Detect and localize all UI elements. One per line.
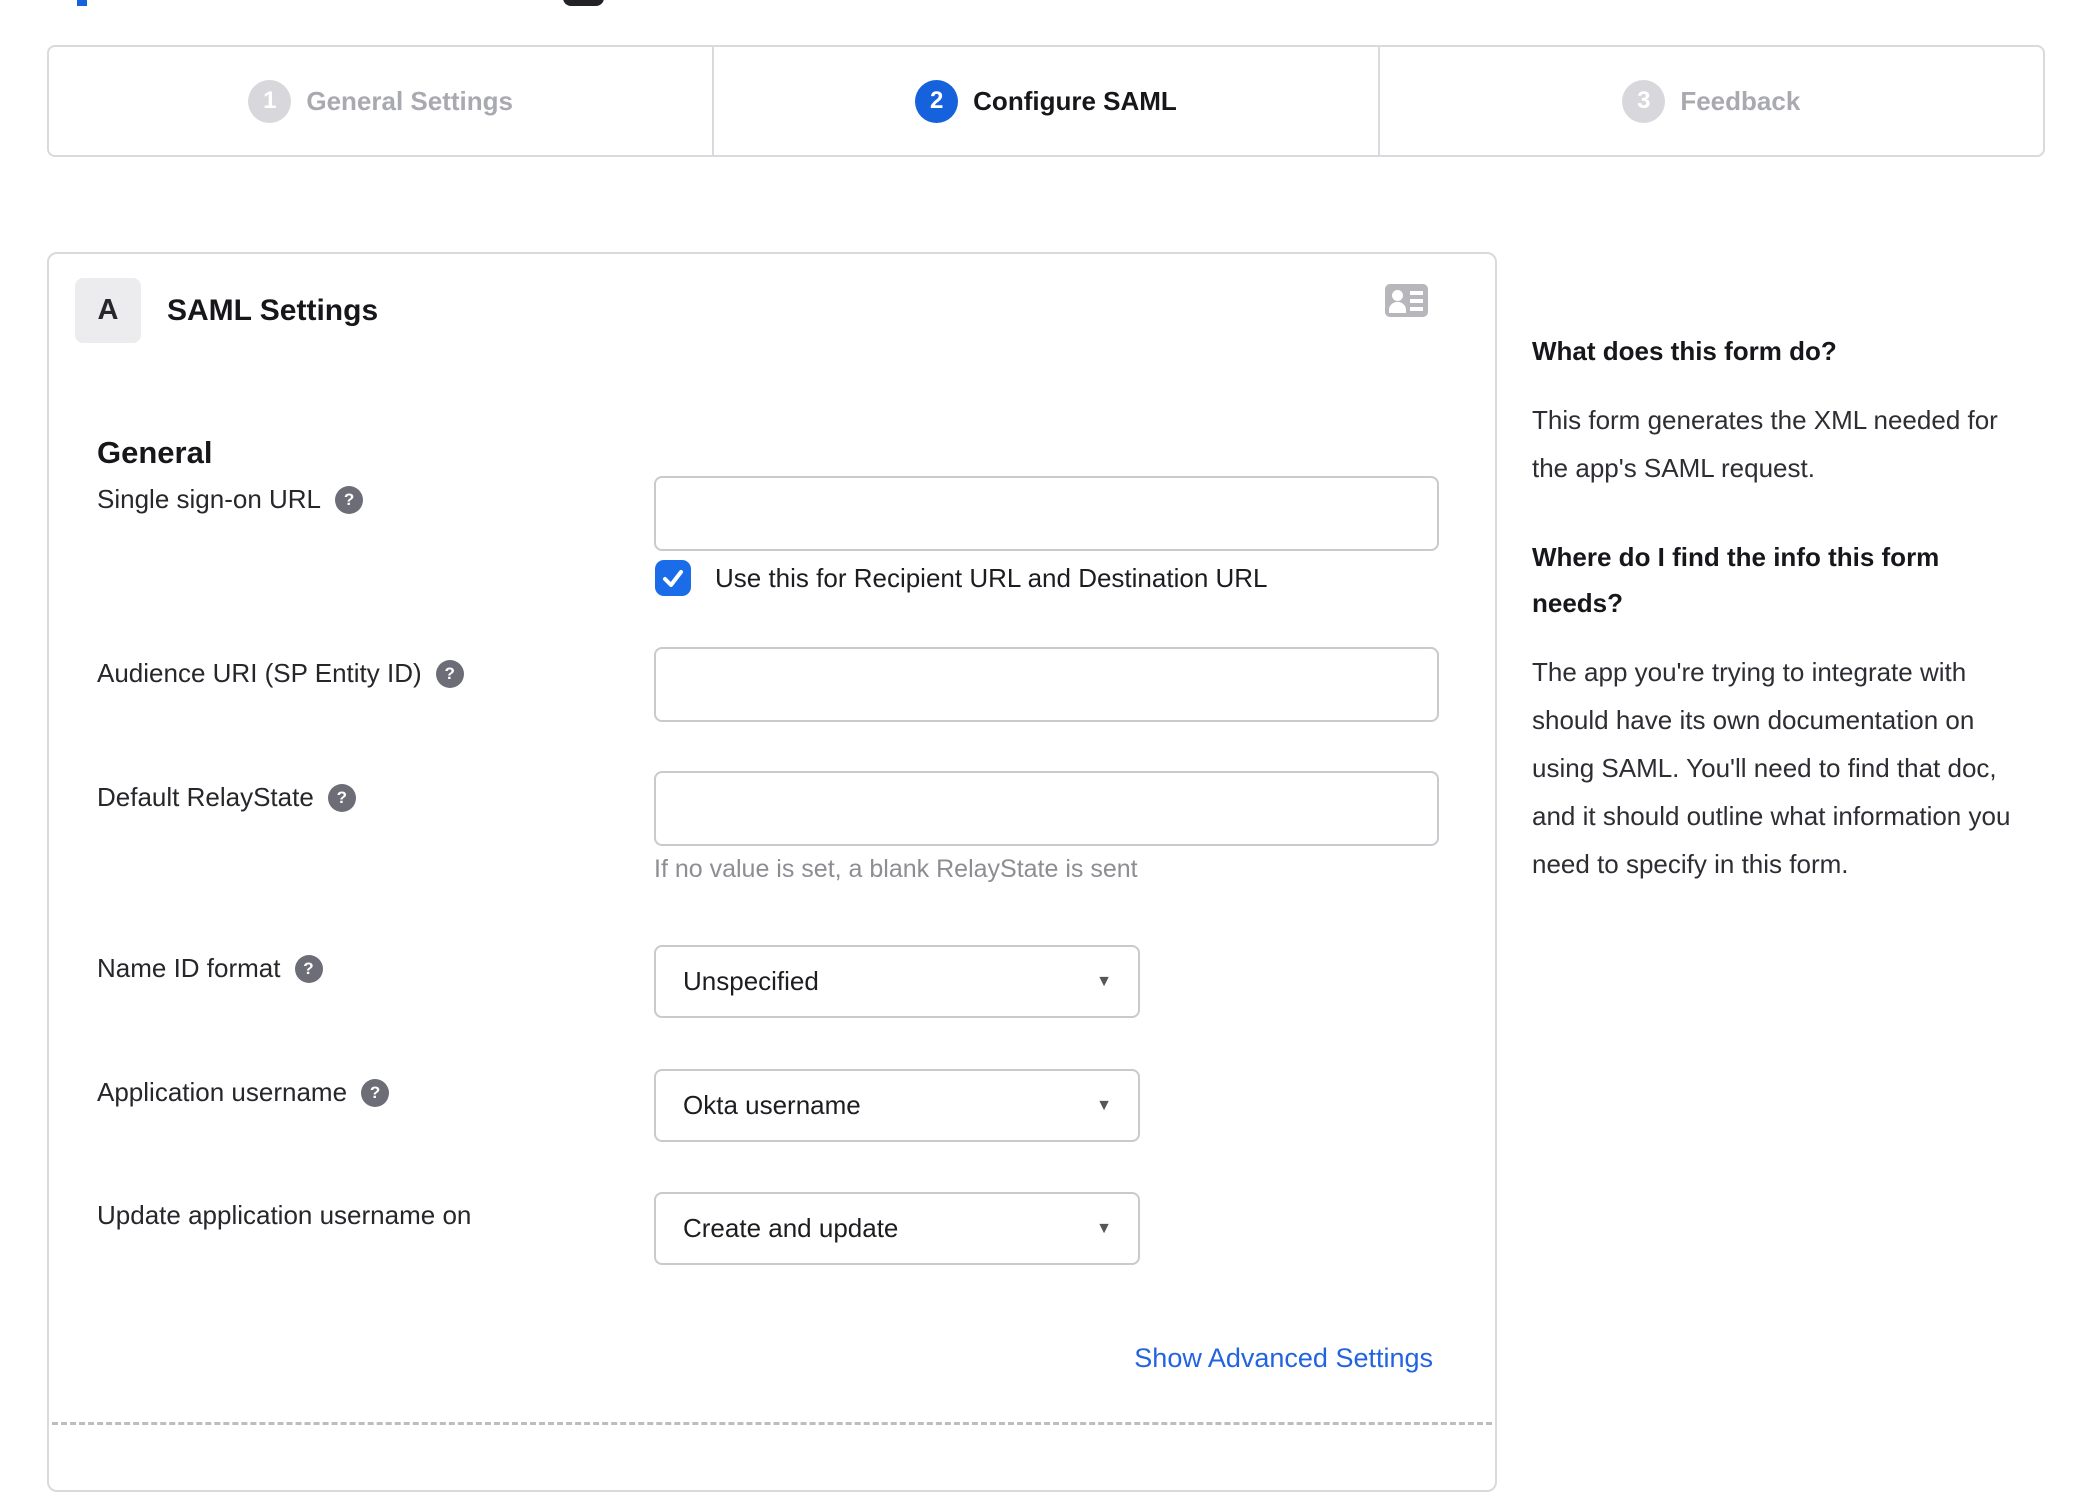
sidebar-paragraph: This form generates the XML needed for t…: [1532, 405, 1998, 483]
audience-uri-input[interactable]: [654, 647, 1439, 722]
audience-uri-label: Audience URI (SP Entity ID) ?: [97, 658, 464, 689]
name-id-format-select[interactable]: Unspecified ▼: [654, 945, 1140, 1018]
checkbox-label: Use this for Recipient URL and Destinati…: [715, 562, 1268, 593]
use-for-recipient-destination-checkbox[interactable]: [655, 560, 691, 596]
step-feedback[interactable]: 3 Feedback: [1377, 47, 2043, 155]
chevron-down-icon: ▼: [1096, 1219, 1112, 1237]
help-icon[interactable]: ?: [335, 485, 364, 514]
step-label: General Settings: [306, 85, 513, 116]
name-id-format-label: Name ID format ?: [97, 953, 323, 984]
section-divider: [52, 1422, 1492, 1425]
help-sidebar: What does this form do? This form genera…: [1532, 328, 2030, 930]
default-relaystate-label: Default RelayState ?: [97, 782, 356, 813]
saml-settings-panel: A SAML Settings General Single sign-on U…: [47, 252, 1497, 1492]
help-icon[interactable]: ?: [361, 1078, 390, 1107]
help-icon[interactable]: ?: [435, 659, 464, 688]
chevron-down-icon: ▼: [1096, 972, 1112, 990]
step-label: Feedback: [1680, 85, 1801, 116]
step-configure-saml[interactable]: 2 Configure SAML: [712, 47, 1377, 155]
wizard-stepper: 1 General Settings 2 Configure SAML 3 Fe…: [47, 45, 2045, 157]
step-label: Configure SAML: [973, 85, 1177, 116]
sidebar-paragraph: The app you're trying to integrate with …: [1532, 657, 2011, 879]
relaystate-hint: If no value is set, a blank RelayState i…: [654, 855, 1138, 883]
update-application-username-label: Update application username on: [97, 1200, 472, 1230]
step-number-badge: 2: [915, 79, 959, 123]
chevron-down-icon: ▼: [1096, 1096, 1112, 1114]
contact-card-icon[interactable]: [1385, 284, 1428, 317]
cutoff-logo-fragment: [77, 0, 87, 6]
panel-title: SAML Settings: [167, 294, 379, 327]
cutoff-icon-fragment: [563, 0, 604, 6]
update-application-username-select[interactable]: Create and update ▼: [654, 1192, 1140, 1265]
step-general-settings[interactable]: 1 General Settings: [49, 47, 712, 155]
application-username-select[interactable]: Okta username ▼: [654, 1069, 1140, 1142]
default-relaystate-input[interactable]: [654, 771, 1439, 846]
help-icon[interactable]: ?: [294, 954, 323, 983]
checkmark-icon: [663, 570, 683, 587]
show-advanced-settings-link[interactable]: Show Advanced Settings: [1134, 1343, 1433, 1374]
section-a-badge: A: [75, 278, 141, 343]
single-sign-on-url-input[interactable]: [654, 476, 1439, 551]
application-username-label: Application username ?: [97, 1077, 390, 1108]
step-number-badge: 1: [248, 79, 292, 123]
step-number-badge: 3: [1622, 79, 1666, 123]
sidebar-heading: What does this form do?: [1532, 336, 1837, 366]
sidebar-heading: Where do I find the info this form needs…: [1532, 542, 1940, 618]
help-icon[interactable]: ?: [327, 783, 356, 812]
general-section-heading: General: [97, 435, 213, 470]
single-sign-on-url-label: Single sign-on URL ?: [97, 484, 364, 515]
